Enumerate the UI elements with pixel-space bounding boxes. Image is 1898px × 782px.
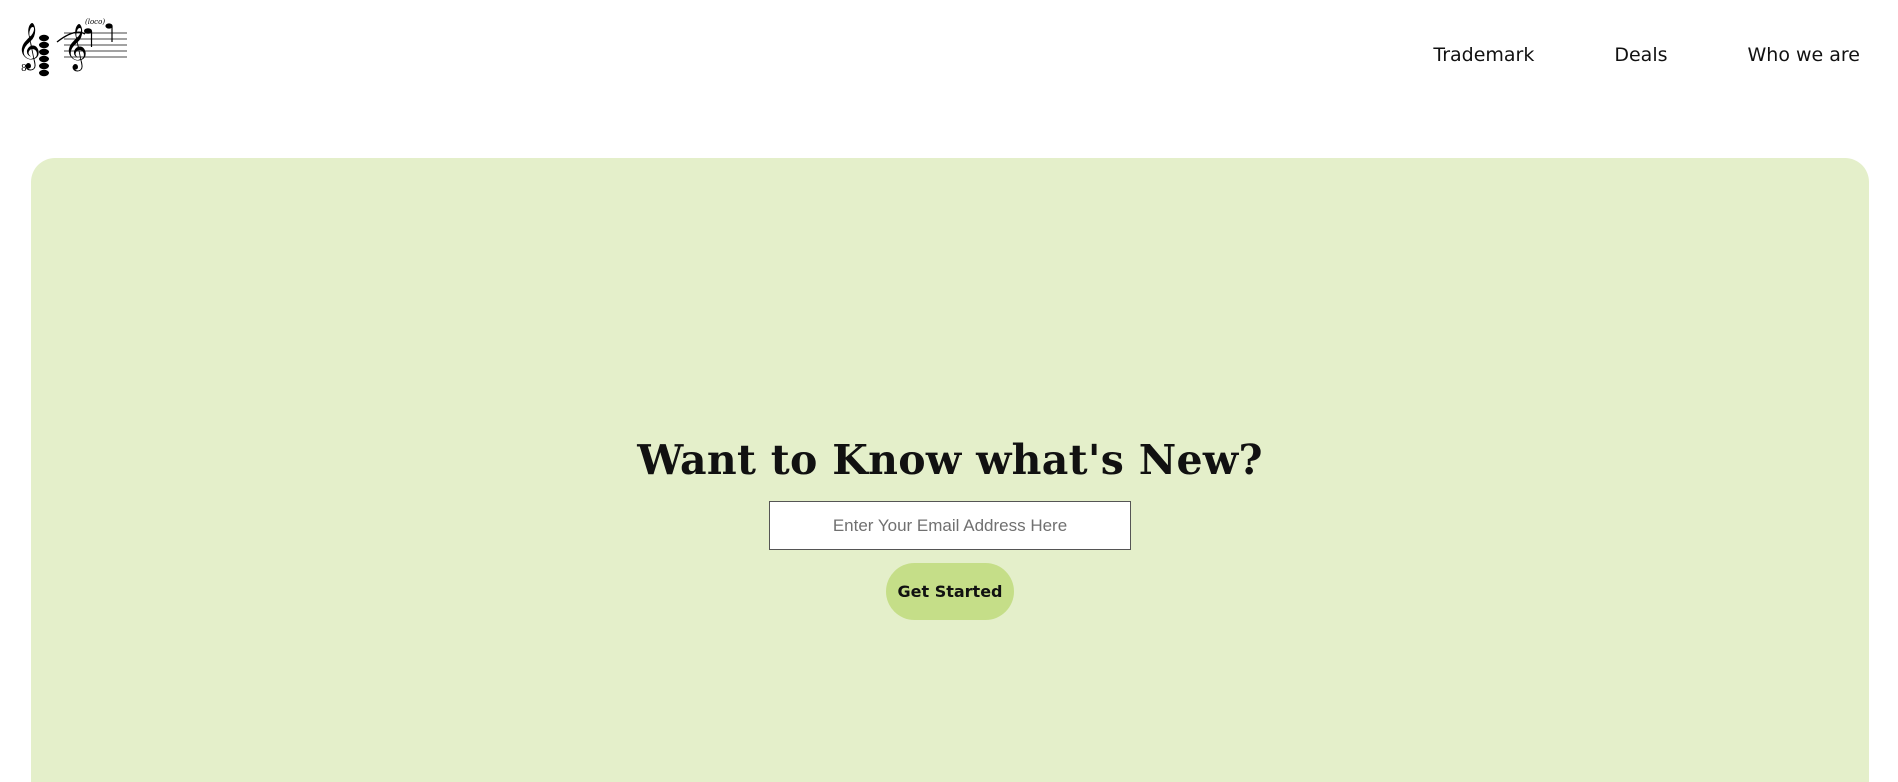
newsletter-hero: Want to Know what's New? Get Started xyxy=(31,158,1869,782)
nav-link-trademark[interactable]: Trademark xyxy=(1433,43,1534,67)
get-started-button[interactable]: Get Started xyxy=(886,563,1014,620)
hero-title: Want to Know what's New? xyxy=(637,436,1263,484)
music-notation-logo-icon: 𝄞 8 𝄞 (loco) xyxy=(17,18,127,77)
music-notation-logo[interactable]: 𝄞 8 𝄞 (loco) xyxy=(17,16,129,86)
svg-text:8: 8 xyxy=(21,64,27,74)
logo-annotation: (loco) xyxy=(85,18,105,26)
site-header: 𝄞 8 𝄞 (loco) Trademark Deals Who we are xyxy=(0,0,1898,110)
nav-link-who-we-are[interactable]: Who we are xyxy=(1748,43,1861,67)
page: 𝄞 8 𝄞 (loco) Trademark Deals Who we are … xyxy=(0,0,1898,782)
main-nav: Trademark Deals Who we are xyxy=(1433,43,1860,67)
nav-link-deals[interactable]: Deals xyxy=(1614,43,1667,67)
email-input[interactable] xyxy=(769,501,1131,550)
